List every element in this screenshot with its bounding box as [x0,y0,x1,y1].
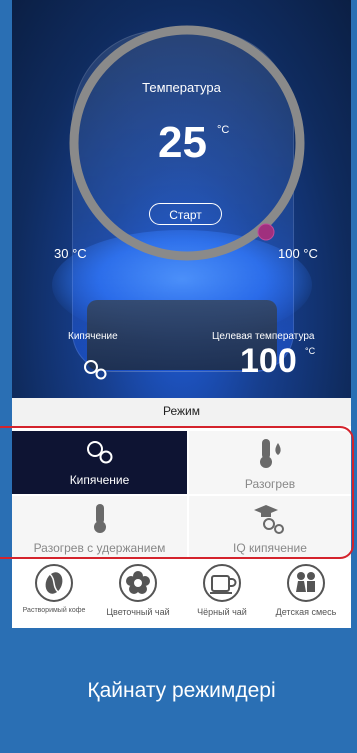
dial-knob[interactable] [257,223,275,241]
mode-label: Кипячение [69,473,130,487]
mode-grid: Кипячение Разогрев Разогрев с удержанием [12,428,351,558]
temperature-unit: °C [217,124,230,136]
current-temperature: 25 [158,118,207,167]
target-temperature-unit: °C [305,346,316,356]
thermostat-panel: Температура 25 °C Старт 30 °C 100 °C Кип… [12,0,351,398]
drink-baby-formula[interactable]: Детская смесь [264,560,348,617]
start-button[interactable]: Старт [149,203,222,225]
drink-label: Цветочный чай [106,607,170,617]
boil-status-label: Кипячение [68,331,118,342]
mode-boiling[interactable]: Кипячение [12,431,187,494]
flower-icon [119,564,157,602]
bubbles-icon [84,360,107,380]
coffee-bean-icon [35,564,73,602]
thermometer-flame-icon [260,439,281,468]
target-temperature-value: 100 [240,342,297,380]
mode-section-title: Режим [12,398,351,426]
graduation-bubbles-icon [254,505,284,534]
drink-label: Растворимый кофе [22,607,86,614]
children-icon [287,564,325,602]
mode-heat-and-hold[interactable]: Разогрев с удержанием [12,496,187,558]
drink-label: Детская смесь [275,607,337,617]
cup-icon [203,564,241,602]
min-temperature-label: 30 °C [54,246,87,261]
drink-label: Чёрный чай [197,607,247,617]
app-screen: Температура 25 °C Старт 30 °C 100 °C Кип… [12,0,351,743]
mode-label: Разогрев с удержанием [33,541,166,555]
mode-iq-boiling[interactable]: IQ кипячение [189,496,351,558]
drink-presets: Растворимый кофе Цветочный чай Чёрный ча… [12,560,351,626]
drink-instant-coffee[interactable]: Растворимый кофе [12,560,96,614]
target-temperature-label: Целевая температура [212,331,315,342]
drink-black-tea[interactable]: Чёрный чай [180,560,264,617]
temperature-title: Температура [142,80,221,95]
max-temperature-label: 100 °C [278,246,318,261]
mode-heating[interactable]: Разогрев [189,431,351,494]
bubbles-icon [86,441,112,464]
drink-flower-tea[interactable]: Цветочный чай [96,560,180,617]
mode-label: Разогрев [244,477,296,491]
mode-label: IQ кипячение [233,541,307,555]
thermometer-icon [93,504,106,533]
caption-banner: Қайнату режимдері [12,628,351,743]
